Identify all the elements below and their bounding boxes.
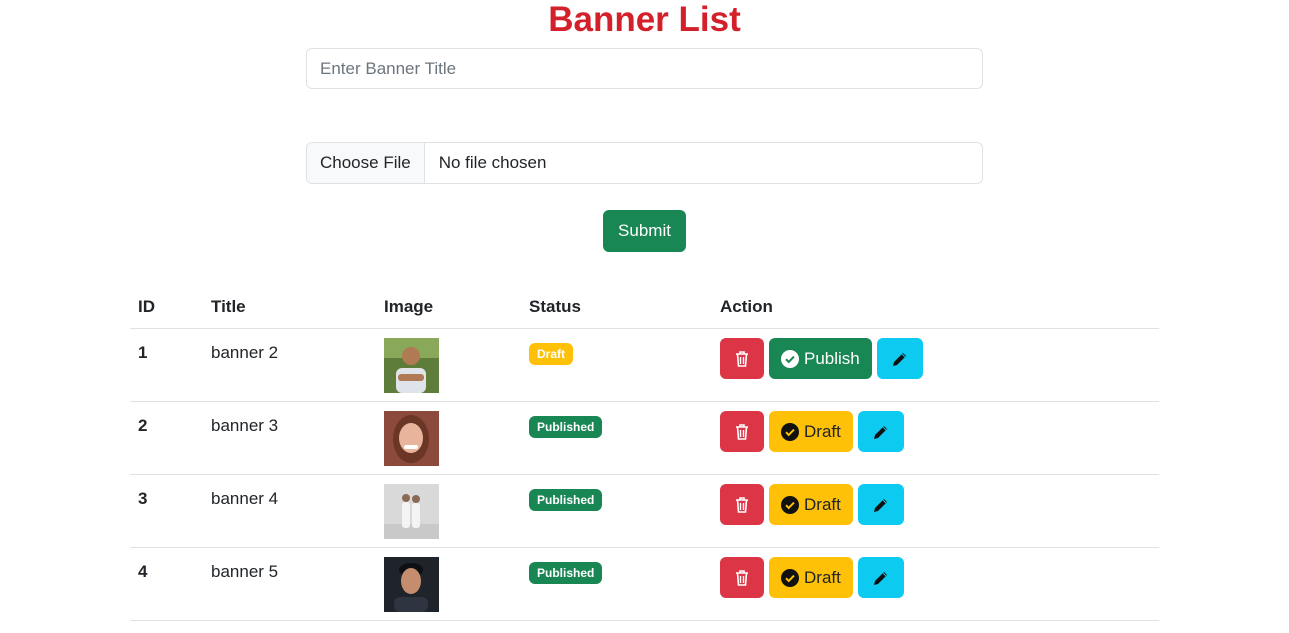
edit-button[interactable] xyxy=(857,411,904,452)
trash-icon xyxy=(736,496,748,513)
table-row: 2 banner 3 Published Draft xyxy=(130,401,1159,475)
banner-thumbnail xyxy=(384,338,439,393)
delete-button[interactable] xyxy=(720,338,764,379)
row-id: 2 xyxy=(130,401,203,475)
toggle-label: Draft xyxy=(804,421,841,441)
edit-button[interactable] xyxy=(857,557,904,598)
draft-button[interactable]: Draft xyxy=(769,557,853,598)
draft-button[interactable]: Draft xyxy=(769,411,853,452)
table-row: 3 banner 4 Published Draft xyxy=(130,474,1159,548)
edit-button[interactable] xyxy=(876,338,923,379)
header-status: Status xyxy=(521,285,712,329)
header-action: Action xyxy=(712,285,1159,329)
row-title: banner 4 xyxy=(203,474,376,548)
table-row: 1 banner 2 Draft Publish xyxy=(130,328,1159,402)
banner-thumbnail xyxy=(384,557,439,612)
file-status: No file chosen xyxy=(438,153,547,172)
pencil-icon xyxy=(873,425,887,439)
choose-file-button[interactable]: Choose File xyxy=(307,143,425,183)
row-title: banner 3 xyxy=(203,401,376,475)
banner-title-input[interactable] xyxy=(306,48,983,89)
table-header-row: ID Title Image Status Action xyxy=(130,285,1159,329)
status-badge: Published xyxy=(529,416,603,438)
row-title: banner 5 xyxy=(203,547,376,621)
trash-icon xyxy=(736,423,748,440)
trash-icon xyxy=(736,569,748,586)
check-circle-icon xyxy=(781,422,799,441)
pencil-icon xyxy=(892,352,906,366)
row-id: 1 xyxy=(130,328,203,402)
trash-icon xyxy=(736,350,748,367)
status-badge: Published xyxy=(529,489,603,511)
delete-button[interactable] xyxy=(720,557,764,598)
banner-thumbnail xyxy=(384,411,439,466)
toggle-label: Draft xyxy=(804,567,841,587)
draft-button[interactable]: Draft xyxy=(769,484,853,525)
pencil-icon xyxy=(873,498,887,512)
row-id: 3 xyxy=(130,474,203,548)
file-input[interactable]: Choose File No file chosen xyxy=(306,142,983,184)
row-id: 4 xyxy=(130,547,203,621)
delete-button[interactable] xyxy=(720,484,764,525)
status-badge: Published xyxy=(529,562,603,584)
page-title: Banner List xyxy=(548,0,741,39)
pencil-icon xyxy=(873,571,887,585)
publish-button[interactable]: Publish xyxy=(769,338,872,379)
check-circle-icon xyxy=(781,495,799,514)
header-title: Title xyxy=(203,285,376,329)
status-badge: Draft xyxy=(529,343,574,365)
header-id: ID xyxy=(130,285,203,329)
banner-table: ID Title Image Status Action 1 banner 2 … xyxy=(130,285,1159,621)
check-circle-icon xyxy=(781,568,799,587)
toggle-label: Publish xyxy=(804,348,860,368)
check-circle-icon xyxy=(781,349,799,368)
edit-button[interactable] xyxy=(857,484,904,525)
header-image: Image xyxy=(376,285,521,329)
row-title: banner 2 xyxy=(203,328,376,402)
banner-thumbnail xyxy=(384,484,439,539)
submit-button[interactable]: Submit xyxy=(603,210,686,252)
delete-button[interactable] xyxy=(720,411,764,452)
toggle-label: Draft xyxy=(804,494,841,514)
table-row: 4 banner 5 Published Draft xyxy=(130,547,1159,621)
